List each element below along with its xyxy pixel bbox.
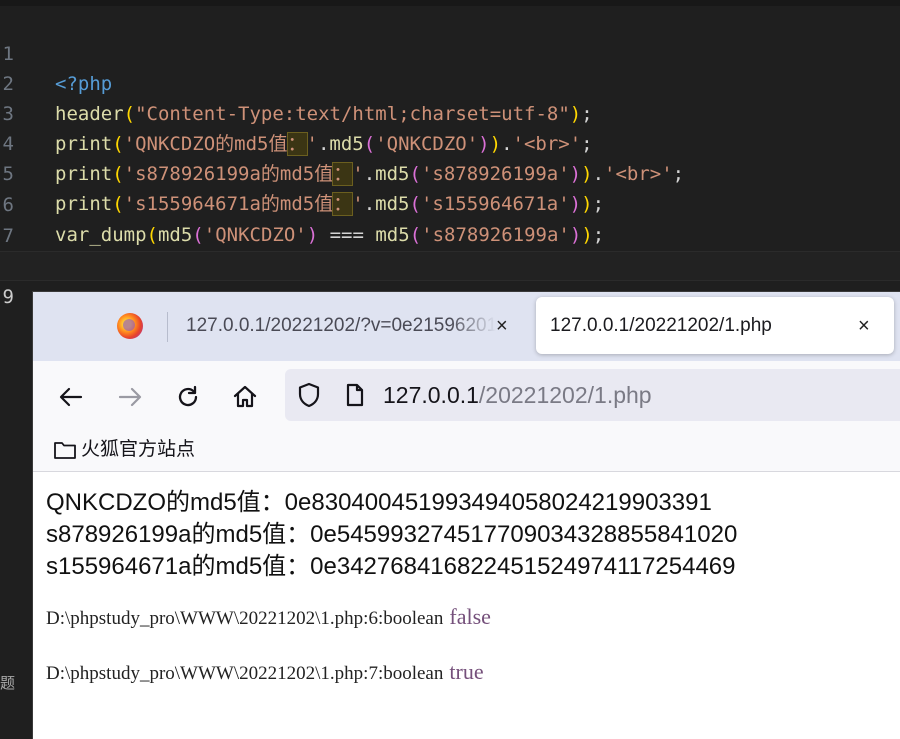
md5-output-line: QNKCDZO的md5值：0e8304004519934940580242199… — [46, 489, 712, 516]
arrow-right-icon — [118, 388, 142, 407]
home-icon — [233, 386, 257, 408]
code-editor[interactable]: 1 <?php 2 header("Content-Type:text/html… — [0, 0, 900, 338]
firefox-icon[interactable] — [117, 313, 143, 339]
md5-output-line: s155964671a的md5值：0e342768416822451524974… — [46, 553, 736, 580]
reload-button[interactable] — [171, 378, 205, 412]
code-line-7[interactable]: 7 var_dump(md5('QNKCDZO') == md5('s15596… — [0, 191, 900, 277]
url-text[interactable]: 127.0.0.1/20221202/1.php — [383, 369, 652, 421]
tab-divider — [167, 312, 168, 342]
shield-icon[interactable] — [297, 382, 321, 408]
var-dump-prefix: D:\phpstudy_pro\WWW\20221202\1.php:6:boo… — [46, 608, 444, 629]
line-number: 9 — [2, 286, 14, 308]
code-line-5[interactable]: 5 print('s155964671a的md5值：'.md5('s155964… — [0, 129, 900, 216]
url-path: /20221202/1.php — [478, 382, 652, 408]
bookmarks-toolbar: 火狐官方站点 — [33, 429, 900, 472]
var-dump-value: true — [449, 659, 484, 684]
var-dump-prefix: D:\phpstudy_pro\WWW\20221202\1.php:7:boo… — [46, 663, 444, 684]
tab-inactive[interactable]: 127.0.0.1/20221202/?v=0e215962017 × — [186, 297, 516, 355]
code-line-6[interactable]: 6 var_dump(md5('QNKCDZO') === md5('s8789… — [0, 160, 900, 246]
code-line-9[interactable]: 9 ?> — [0, 251, 900, 338]
reload-icon — [178, 385, 198, 407]
back-button[interactable] — [54, 378, 88, 412]
md5-output-line: s878926199a的md5值：0e545993274517709034328… — [46, 521, 738, 548]
firefox-window: 127.0.0.1/20221202/?v=0e215962017 × 127.… — [32, 291, 900, 739]
code-line-8[interactable]: 8 — [0, 221, 900, 277]
tab-active[interactable]: 127.0.0.1/20221202/1.php × — [536, 297, 894, 354]
tab-bar: 127.0.0.1/20221202/?v=0e215962017 × 127.… — [33, 292, 900, 361]
address-bar[interactable]: 127.0.0.1/20221202/1.php — [285, 369, 900, 421]
editor-top-strip — [0, 0, 900, 6]
tab-label: 127.0.0.1/20221202/?v=0e215962017 — [186, 315, 496, 336]
home-button[interactable] — [228, 378, 262, 412]
forward-button[interactable] — [113, 378, 147, 412]
close-icon[interactable]: × — [496, 297, 508, 355]
page-content: QNKCDZO的md5值：0e8304004519934940580242199… — [46, 487, 896, 684]
close-icon[interactable]: × — [858, 297, 870, 354]
var-dump-value: false — [449, 604, 491, 629]
bookmark-label: 火狐官方站点 — [81, 439, 196, 460]
bookmark-folder-item[interactable]: 火狐官方站点 — [53, 437, 195, 463]
code-line-1[interactable]: 1 <?php — [0, 9, 900, 95]
var-dump-line: D:\phpstudy_pro\WWW\20221202\1.php:6:boo… — [46, 604, 491, 630]
url-host: 127.0.0.1 — [383, 382, 479, 408]
arrow-left-icon — [59, 388, 83, 407]
sidebar-glyph: 题 — [0, 674, 16, 692]
navigation-toolbar: 127.0.0.1/20221202/1.php — [33, 361, 900, 429]
page-icon[interactable] — [345, 383, 365, 407]
tab-label: 127.0.0.1/20221202/1.php — [550, 315, 772, 336]
folder-icon — [54, 442, 76, 459]
code-line-2[interactable]: 2 header("Content-Type:text/html;charset… — [0, 39, 900, 125]
code-line-4[interactable]: 4 print('s878926199a的md5值：'.md5('s878926… — [0, 99, 900, 186]
var-dump-line: D:\phpstudy_pro\WWW\20221202\1.php:7:boo… — [46, 659, 484, 685]
code-line-3[interactable]: 3 print('QNKCDZO的md5值：'.md5('QNKCDZO')).… — [0, 69, 900, 156]
